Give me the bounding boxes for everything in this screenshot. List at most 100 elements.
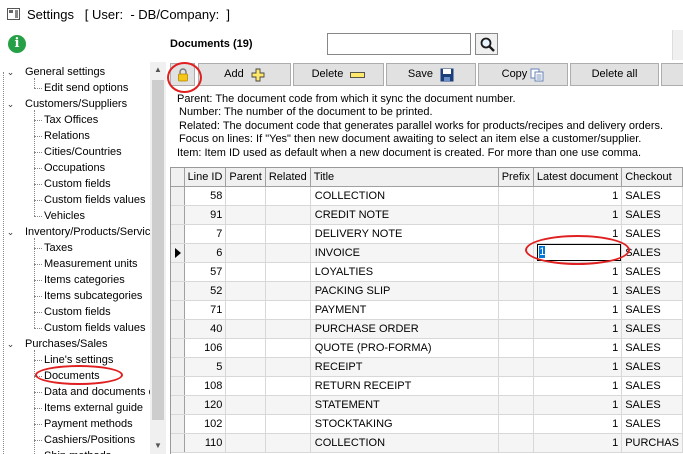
scroll-down-arrow-icon[interactable]: ▼ (150, 438, 166, 454)
cell-parent[interactable] (225, 205, 266, 225)
add-button[interactable]: Add (198, 63, 291, 86)
cell-line-id[interactable]: 6 (184, 243, 227, 263)
cell-related[interactable] (265, 243, 311, 263)
column-header-prefix[interactable]: Prefix (498, 168, 534, 187)
cell-prefix[interactable] (498, 186, 534, 206)
tree-item[interactable]: Items categories (44, 272, 125, 288)
table-row[interactable]: 108 RETURN RECEIPT 1 SALES (171, 376, 683, 396)
row-selector[interactable] (171, 357, 185, 377)
tree-item[interactable]: Payment methods (44, 416, 133, 432)
cell-parent[interactable] (225, 395, 266, 415)
row-selector[interactable] (171, 224, 185, 244)
cell-parent[interactable] (225, 243, 266, 263)
tree-item[interactable]: Line's settings (44, 352, 113, 368)
cell-title[interactable]: QUOTE (PRO-FORMA) (310, 338, 499, 358)
cell-title[interactable]: COLLECTION (310, 186, 499, 206)
tree-item[interactable]: Occupations (44, 160, 105, 176)
table-row[interactable]: 57 LOYALTIES 1 SALES (171, 262, 683, 282)
search-input[interactable] (327, 33, 471, 55)
tree-item[interactable]: Vehicles (44, 208, 85, 224)
expand-chevron-icon[interactable]: ⌄ (6, 336, 15, 352)
table-row[interactable]: 5 RECEIPT 1 SALES (171, 357, 683, 377)
cell-prefix[interactable] (498, 319, 534, 339)
cell-checkout[interactable]: PURCHAS (621, 433, 683, 453)
cell-title[interactable]: PACKING SLIP (310, 281, 499, 301)
cell-title[interactable]: INVOICE (310, 243, 499, 263)
cell-related[interactable] (265, 433, 311, 453)
tree-group[interactable]: ⌄ General settings (7, 64, 105, 80)
tree-group[interactable]: ⌄ Customers/Suppliers (7, 96, 127, 112)
cell-prefix[interactable] (498, 300, 534, 320)
cell-line-id[interactable]: 71 (184, 300, 227, 320)
tree-item[interactable]: Ship methods (44, 448, 111, 454)
cell-checkout[interactable]: SALES (621, 338, 683, 358)
cell-title[interactable]: RECEIPT (310, 357, 499, 377)
tree-item[interactable]: Items external guide (44, 400, 143, 416)
table-row[interactable]: 6 INVOICE 1 SALES (171, 243, 683, 263)
cell-checkout[interactable]: SALES (621, 281, 683, 301)
table-row[interactable]: 120 STATEMENT 1 SALES (171, 395, 683, 415)
cell-related[interactable] (265, 376, 311, 396)
tree-item[interactable]: Taxes (44, 240, 73, 256)
cell-checkout[interactable]: SALES (621, 186, 683, 206)
cell-related[interactable] (265, 357, 311, 377)
expand-chevron-icon[interactable]: ⌄ (6, 64, 15, 80)
settings-tree[interactable]: ⌄ General settings Edit send options ⌄ Custo… (0, 62, 150, 454)
tree-item[interactable]: Data and documents c (44, 384, 150, 400)
cell-related[interactable] (265, 186, 311, 206)
cell-related[interactable] (265, 300, 311, 320)
cell-prefix[interactable] (498, 262, 534, 282)
row-selector[interactable] (171, 433, 185, 453)
cell-title[interactable]: STATEMENT (310, 395, 499, 415)
table-row[interactable]: 40 PURCHASE ORDER 1 SALES (171, 319, 683, 339)
cell-prefix[interactable] (498, 281, 534, 301)
cell-title[interactable]: PURCHASE ORDER (310, 319, 499, 339)
cell-line-id[interactable]: 52 (184, 281, 227, 301)
cell-prefix[interactable] (498, 243, 534, 263)
row-selector[interactable] (171, 243, 185, 263)
cell-latest-document[interactable]: 1 (533, 414, 623, 434)
table-row[interactable]: 91 CREDIT NOTE 1 SALES (171, 205, 683, 225)
row-selector[interactable] (171, 414, 185, 434)
cell-latest-document[interactable]: 1 (533, 205, 623, 225)
cell-line-id[interactable]: 58 (184, 186, 227, 206)
latest-document-editor[interactable]: 1 (537, 244, 621, 261)
column-header-line-id[interactable]: Line ID (184, 168, 227, 187)
cell-line-id[interactable]: 108 (184, 376, 227, 396)
tree-scrollbar[interactable]: ▲ ▼ (150, 62, 166, 454)
toolbar-more-button[interactable] (661, 63, 683, 86)
cell-related[interactable] (265, 414, 311, 434)
cell-latest-document[interactable]: 1 (533, 395, 623, 415)
tree-group[interactable]: ⌄ Inventory/Products/Servic (7, 224, 150, 240)
cell-related[interactable] (265, 319, 311, 339)
tree-scroll-thumb[interactable] (152, 80, 164, 420)
column-header-checkout[interactable]: Checkout (621, 168, 683, 187)
table-row[interactable]: 110 COLLECTION 1 PURCHAS (171, 433, 683, 453)
cell-checkout[interactable]: SALES (621, 395, 683, 415)
row-selector[interactable] (171, 319, 185, 339)
cell-related[interactable] (265, 205, 311, 225)
cell-latest-document[interactable]: 1 (533, 224, 623, 244)
row-selector[interactable] (171, 186, 185, 206)
cell-latest-document[interactable]: 1 (533, 357, 623, 377)
cell-prefix[interactable] (498, 338, 534, 358)
row-selector[interactable] (171, 338, 185, 358)
cell-latest-document[interactable]: 1 (533, 338, 623, 358)
cell-line-id[interactable]: 120 (184, 395, 227, 415)
tree-group[interactable]: ⌄ Purchases/Sales (7, 336, 108, 352)
tree-item[interactable]: Custom fields values (44, 192, 146, 208)
cell-checkout[interactable]: SALES (621, 243, 683, 263)
main-scrollbar[interactable] (672, 30, 683, 60)
column-header-parent[interactable]: Parent (225, 168, 266, 187)
tree-item[interactable]: Custom fields (44, 176, 111, 192)
table-row[interactable]: 102 STOCKTAKING 1 SALES (171, 414, 683, 434)
copy-button[interactable]: Copy (478, 63, 568, 86)
cell-title[interactable]: LOYALTIES (310, 262, 499, 282)
tree-item[interactable]: Relations (44, 128, 90, 144)
cell-latest-document[interactable]: 1 (533, 376, 623, 396)
cell-parent[interactable] (225, 186, 266, 206)
table-row[interactable]: 58 COLLECTION 1 SALES (171, 186, 683, 206)
cell-related[interactable] (265, 281, 311, 301)
cell-title[interactable]: PAYMENT (310, 300, 499, 320)
tree-item[interactable]: Documents (44, 368, 100, 384)
